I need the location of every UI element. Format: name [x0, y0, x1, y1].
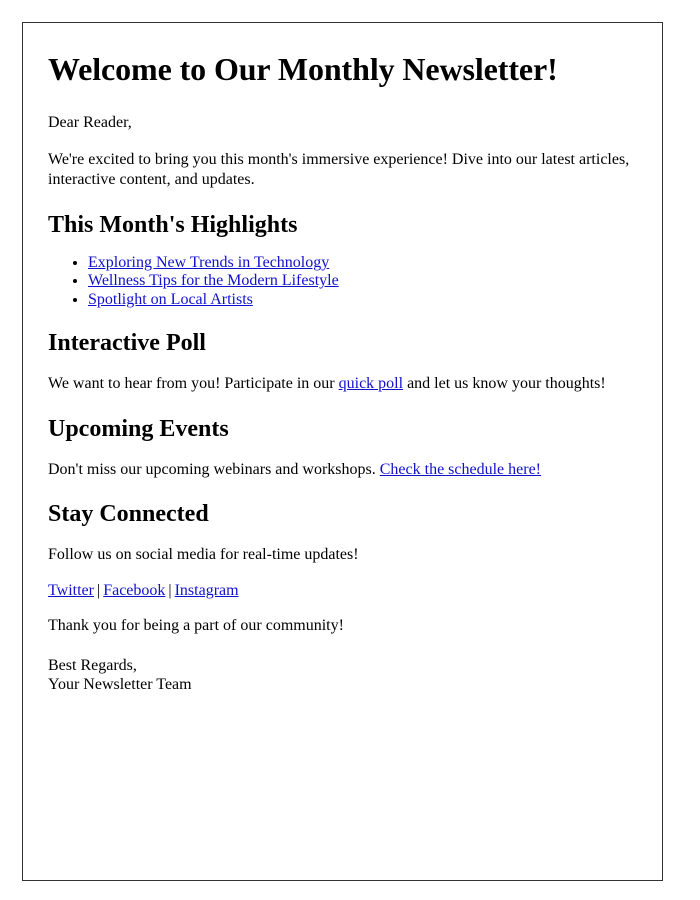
list-item: Wellness Tips for the Modern Lifestyle	[88, 272, 636, 290]
signoff-line-1: Best Regards,	[48, 656, 137, 674]
highlights-list: Exploring New Trends in Technology Welln…	[48, 254, 636, 309]
quick-poll-link[interactable]: quick poll	[339, 375, 403, 392]
link-separator-2: |	[168, 581, 172, 599]
social-links-row: Twitter | Facebook | Instagram	[48, 582, 636, 600]
events-heading: Upcoming Events	[48, 415, 229, 442]
poll-text-after: and let us know your thoughts!	[403, 374, 606, 392]
signoff-block: Best Regards, Your Newsletter Team	[48, 657, 636, 695]
stay-connected-heading: Stay Connected	[48, 501, 209, 528]
twitter-link[interactable]: Twitter	[48, 582, 94, 599]
highlight-link-1[interactable]: Exploring New Trends in Technology	[88, 254, 329, 271]
highlight-link-2[interactable]: Wellness Tips for the Modern Lifestyle	[88, 272, 339, 289]
list-item: Exploring New Trends in Technology	[88, 254, 636, 272]
instagram-link[interactable]: Instagram	[175, 582, 239, 599]
list-item: Spotlight on Local Artists	[88, 291, 636, 309]
thank-you-text: Thank you for being a part of our commun…	[48, 616, 344, 634]
highlights-heading: This Month's Highlights	[48, 212, 298, 239]
greeting-text: Dear Reader,	[48, 113, 132, 131]
intro-paragraph: We're excited to bring you this month's …	[48, 150, 630, 189]
signoff-line-2: Your Newsletter Team	[48, 675, 192, 693]
poll-text-before: We want to hear from you! Participate in…	[48, 374, 339, 392]
highlight-link-3[interactable]: Spotlight on Local Artists	[88, 291, 253, 308]
facebook-link[interactable]: Facebook	[103, 582, 165, 599]
events-paragraph: Don't miss our upcoming webinars and wor…	[48, 460, 636, 481]
events-text-before: Don't miss our upcoming webinars and wor…	[48, 460, 380, 478]
link-separator-1: |	[96, 581, 101, 599]
newsletter-page: Welcome to Our Monthly Newsletter! Dear …	[22, 22, 663, 881]
follow-text: Follow us on social media for real-time …	[48, 546, 359, 564]
page-title: Welcome to Our Monthly Newsletter!	[48, 51, 558, 87]
schedule-link[interactable]: Check the schedule here!	[380, 461, 541, 478]
poll-heading: Interactive Poll	[48, 330, 206, 357]
poll-paragraph: We want to hear from you! Participate in…	[48, 374, 636, 395]
